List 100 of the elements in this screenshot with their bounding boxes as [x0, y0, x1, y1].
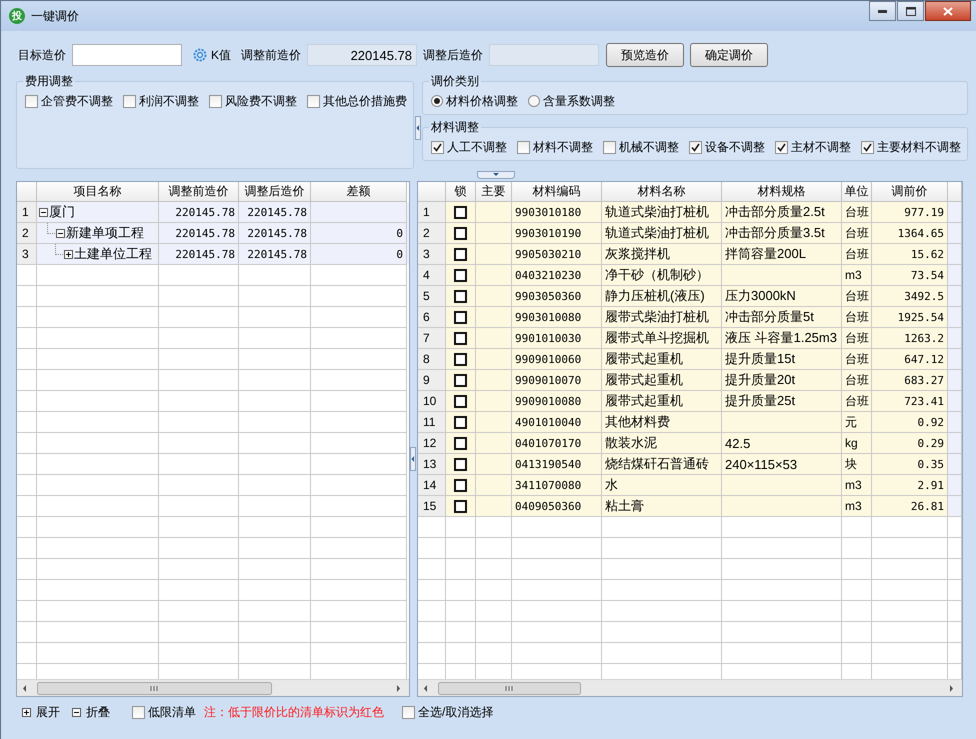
lock-checkbox[interactable]: [454, 332, 467, 344]
checkbox[interactable]: [402, 706, 415, 718]
column-header[interactable]: 材料规格: [722, 182, 842, 202]
maximize-icon[interactable]: [906, 6, 916, 16]
column-header[interactable]: 单位: [842, 182, 872, 202]
checkbox-label[interactable]: 主材不调整: [791, 138, 851, 156]
collapse-handle-icon[interactable]: [415, 116, 421, 140]
table-cell: [948, 517, 962, 538]
radio-label[interactable]: 材料价格调整: [446, 92, 518, 110]
checkbox-label[interactable]: 企管费不调整: [41, 92, 113, 110]
column-header[interactable]: 调整后造价: [239, 182, 311, 202]
lock-checkbox[interactable]: [454, 206, 467, 218]
row-number: 9: [418, 370, 446, 391]
minimize-icon[interactable]: [878, 10, 887, 12]
project-name[interactable]: 土建单位工程: [74, 245, 152, 263]
expand-icon[interactable]: [64, 250, 73, 258]
checkbox-label[interactable]: 机械不调整: [619, 138, 679, 156]
checkbox[interactable]: [517, 140, 530, 154]
table-cell: 220145.78: [159, 244, 239, 265]
checkbox[interactable]: [307, 94, 320, 108]
column-header[interactable]: 材料名称: [602, 182, 722, 202]
checkbox[interactable]: [123, 94, 136, 108]
close-button[interactable]: [925, 1, 971, 21]
row-number: 6: [418, 307, 446, 328]
collapse-icon[interactable]: [72, 708, 81, 716]
close-icon[interactable]: [943, 6, 953, 16]
checkbox-label[interactable]: 主要材料不调整: [877, 138, 961, 156]
target-price-field[interactable]: [72, 44, 182, 66]
lock-checkbox[interactable]: [454, 226, 467, 240]
checkbox-label[interactable]: 利润不调整: [139, 92, 199, 110]
checkbox-label[interactable]: 人工不调整: [447, 138, 507, 156]
tree-line: [55, 244, 63, 254]
minimize-button[interactable]: [869, 1, 896, 21]
lock-checkbox[interactable]: [454, 458, 467, 470]
expand-all-button[interactable]: 展开: [22, 704, 60, 720]
checkbox[interactable]: [689, 140, 702, 154]
expand-handle-icon[interactable]: [477, 171, 515, 179]
collapse-handle-icon[interactable]: [410, 447, 416, 471]
row-number: 4: [418, 265, 446, 286]
column-header[interactable]: 主要: [476, 182, 512, 202]
checkbox-label[interactable]: 材料不调整: [533, 138, 593, 156]
checkbox-label[interactable]: 低限清单: [148, 704, 196, 720]
lock-checkbox[interactable]: [454, 248, 467, 260]
table-cell: [948, 265, 962, 286]
column-header[interactable]: 差额: [311, 182, 407, 202]
table-cell: [948, 202, 962, 223]
column-header[interactable]: 调前价: [872, 182, 948, 202]
column-header[interactable]: 调整前造价: [159, 182, 239, 202]
column-header[interactable]: 项目名称: [37, 182, 159, 202]
expand-icon[interactable]: [22, 708, 31, 716]
collapse-icon[interactable]: [56, 228, 65, 238]
before-price-label: 调整前造价: [241, 46, 302, 64]
checkbox[interactable]: [775, 140, 788, 154]
confirm-button[interactable]: 确定调价: [690, 43, 768, 67]
table-cell: [948, 433, 962, 454]
collapse-all-button[interactable]: 折叠: [72, 704, 110, 720]
lock-checkbox[interactable]: [454, 374, 467, 386]
maximize-button[interactable]: [897, 1, 924, 21]
lock-checkbox[interactable]: [454, 394, 467, 408]
checkbox-label[interactable]: 其他总价措施费: [323, 92, 407, 110]
k-value-label[interactable]: K值: [211, 46, 232, 64]
table-cell: [948, 496, 962, 517]
table-cell: m3: [842, 496, 872, 517]
lock-checkbox[interactable]: [454, 416, 467, 428]
checkbox[interactable]: [209, 94, 222, 108]
column-header[interactable]: 锁: [446, 182, 476, 202]
horizontal-scrollbar[interactable]: [17, 679, 410, 696]
column-header[interactable]: 材料编码: [512, 182, 602, 202]
checkbox[interactable]: [132, 706, 145, 718]
checkbox[interactable]: [603, 140, 616, 154]
table-cell: [842, 538, 872, 559]
checkbox-label[interactable]: 风险费不调整: [225, 92, 297, 110]
table-cell: [842, 643, 872, 664]
preview-button[interactable]: 预览造价: [606, 43, 684, 67]
project-name[interactable]: 厦门: [49, 203, 75, 221]
scrollbar-thumb[interactable]: [438, 680, 581, 696]
scrollbar-thumb[interactable]: [37, 680, 272, 696]
collapse-icon[interactable]: [39, 208, 48, 216]
lock-checkbox[interactable]: [454, 500, 467, 512]
checkbox-label[interactable]: 全选/取消选择: [418, 704, 494, 720]
lock-checkbox[interactable]: [454, 268, 467, 282]
settings-icon[interactable]: [192, 47, 208, 63]
lock-checkbox[interactable]: [454, 436, 467, 450]
radio-button[interactable]: [431, 95, 443, 107]
tree-line: [47, 223, 55, 234]
radio-label[interactable]: 含量系数调整: [543, 92, 615, 110]
radio-button[interactable]: [528, 95, 540, 107]
checkbox[interactable]: [861, 140, 874, 154]
lock-checkbox[interactable]: [454, 352, 467, 366]
lock-checkbox[interactable]: [454, 290, 467, 302]
header-cell: [948, 182, 962, 202]
checkbox[interactable]: [431, 140, 444, 154]
checkbox[interactable]: [25, 94, 38, 108]
table-cell: [418, 622, 446, 643]
horizontal-scrollbar[interactable]: [418, 679, 962, 696]
lock-checkbox[interactable]: [454, 478, 467, 492]
project-name[interactable]: 新建单项工程: [66, 224, 144, 242]
lock-checkbox[interactable]: [454, 310, 467, 324]
checkbox-label[interactable]: 设备不调整: [705, 138, 765, 156]
table-cell: [446, 622, 476, 643]
